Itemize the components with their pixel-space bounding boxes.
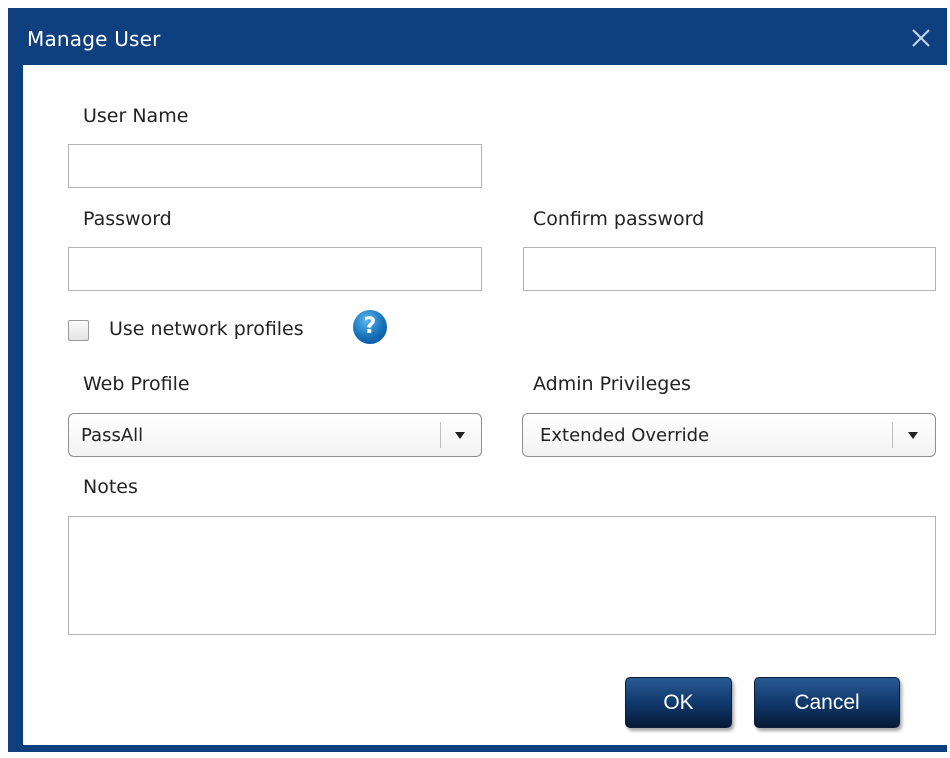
- confirm-password-label: Confirm password: [533, 208, 705, 230]
- chevron-down-icon: [455, 432, 465, 439]
- web-profile-value: PassAll: [81, 425, 144, 446]
- title-bar: Manage User: [8, 8, 947, 65]
- admin-privileges-select[interactable]: Extended Override: [522, 413, 936, 457]
- help-icon[interactable]: ?: [353, 310, 387, 344]
- user-name-input[interactable]: [68, 144, 482, 188]
- notes-label: Notes: [83, 476, 138, 498]
- password-label: Password: [83, 208, 172, 230]
- ok-button[interactable]: OK: [625, 677, 732, 728]
- select-divider: [440, 422, 441, 448]
- chevron-down-icon: [908, 432, 918, 439]
- web-profile-label: Web Profile: [83, 373, 190, 395]
- use-network-profiles-checkbox[interactable]: [68, 320, 89, 341]
- notes-textarea[interactable]: [68, 516, 936, 635]
- select-divider: [892, 422, 893, 448]
- confirm-password-input[interactable]: [523, 247, 936, 291]
- dialog-content: User Name Password Confirm password Use …: [23, 65, 947, 745]
- cancel-button[interactable]: Cancel: [754, 677, 900, 728]
- admin-privileges-label: Admin Privileges: [533, 373, 691, 395]
- dialog-title: Manage User: [27, 27, 161, 51]
- password-input[interactable]: [68, 247, 482, 291]
- close-icon[interactable]: [908, 25, 934, 51]
- dialog-frame: Manage User User Name Password Confirm p…: [8, 8, 947, 752]
- admin-privileges-value: Extended Override: [540, 425, 710, 446]
- web-profile-select[interactable]: PassAll: [68, 413, 482, 457]
- user-name-label: User Name: [83, 105, 189, 127]
- help-icon-glyph: ?: [363, 314, 377, 339]
- use-network-profiles-label: Use network profiles: [109, 318, 304, 340]
